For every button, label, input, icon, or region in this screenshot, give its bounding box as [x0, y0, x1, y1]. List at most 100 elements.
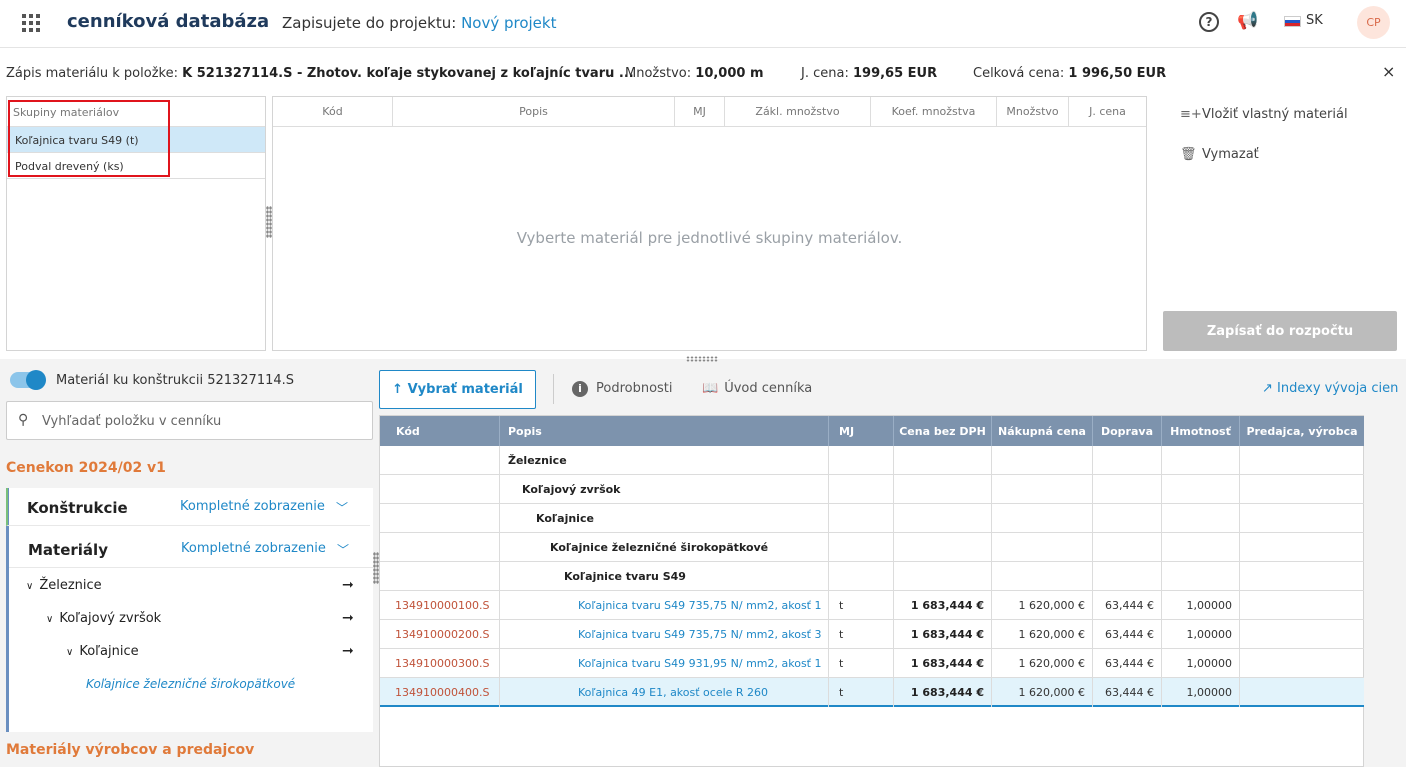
- megaphone-icon[interactable]: 📢: [1237, 11, 1258, 31]
- col-price[interactable]: Cena bez DPH: [894, 416, 992, 446]
- tree-node-railways[interactable]: ∨ Železnice: [26, 578, 102, 593]
- col-purchase-price[interactable]: Nákupná cena: [992, 416, 1093, 446]
- row-code: 134910000400.S: [380, 678, 500, 707]
- search-icon: ⚲: [18, 412, 29, 428]
- table-row[interactable]: 134910000200.S Koľajnica tvaru S49 735,7…: [380, 620, 1364, 649]
- row-description-link[interactable]: Koľajnica tvaru S49 931,95 N/ mm2, akosť…: [500, 649, 829, 678]
- row-purchase-price: 1 620,000 €: [992, 678, 1093, 707]
- price-index-link[interactable]: ↗ Indexy vývoja cien: [1262, 381, 1398, 396]
- chevron-down-icon[interactable]: ∨: [46, 614, 53, 625]
- help-icon[interactable]: ?: [1199, 12, 1219, 32]
- chevron-down-icon[interactable]: ∨: [66, 647, 73, 658]
- toolbar-divider: [553, 374, 554, 404]
- category-row[interactable]: Koľajový zvršok: [380, 475, 1364, 504]
- chevron-down-icon[interactable]: ﹀: [336, 499, 348, 516]
- group-item-rail[interactable]: Koľajnica tvaru S49 (t): [7, 127, 265, 153]
- item-info: Zápis materiálu k položke: K 521327114.S…: [6, 66, 634, 81]
- insert-own-material-button[interactable]: ≡+Vložiť vlastný materiál: [1180, 107, 1348, 122]
- details-button[interactable]: i Podrobnosti: [572, 381, 673, 397]
- col-unit-price[interactable]: J. cena: [1069, 97, 1146, 126]
- category-label: Železnice: [500, 446, 829, 475]
- row-purchase-price: 1 620,000 €: [992, 620, 1093, 649]
- catalog-search: ⚲: [6, 401, 373, 440]
- col-weight[interactable]: Hmotnosť: [1162, 416, 1240, 446]
- book-icon: 📖: [702, 381, 719, 396]
- col-unit[interactable]: MJ: [675, 97, 725, 126]
- catalog-intro-button[interactable]: 📖 Úvod cenníka: [702, 381, 812, 396]
- tree-node-track[interactable]: ∨ Koľajový zvršok: [46, 611, 161, 626]
- category-row[interactable]: Koľajnice tvaru S49: [380, 562, 1364, 591]
- catalog-intro-label: Úvod cenníka: [724, 381, 813, 396]
- category-row[interactable]: Železnice: [380, 446, 1364, 475]
- playlist-add-icon: ≡+: [1180, 107, 1202, 122]
- unit-price-info: J. cena: 199,65 EUR: [801, 66, 937, 81]
- col-base-qty[interactable]: Zákl. množstvo: [725, 97, 871, 126]
- arrow-right-icon[interactable]: ➞: [342, 643, 354, 659]
- col-quantity[interactable]: Množstvo: [997, 97, 1069, 126]
- section-constructions-mode[interactable]: Kompletné zobrazenie: [180, 499, 325, 514]
- row-code: 134910000300.S: [380, 649, 500, 678]
- arrow-right-icon[interactable]: ➞: [342, 610, 354, 626]
- row-weight: 1,00000: [1162, 649, 1240, 678]
- row-description-link[interactable]: Koľajnica tvaru S49 735,75 N/ mm2, akosť…: [500, 620, 829, 649]
- col-description[interactable]: Popis: [393, 97, 675, 126]
- vendor-materials-section[interactable]: Materiály výrobcov a predajcov: [6, 742, 254, 758]
- item-info-value: K 521327114.S - Zhotov. koľaje stykovane…: [182, 66, 634, 81]
- category-label: Koľajnice tvaru S49: [500, 562, 829, 591]
- category-row[interactable]: Koľajnice: [380, 504, 1364, 533]
- col-description[interactable]: Popis: [500, 416, 829, 446]
- delete-button[interactable]: 🗑 Vymazať: [1180, 147, 1259, 162]
- tree-node-label: Koľajnice: [79, 644, 139, 659]
- catalog-search-input[interactable]: [42, 410, 362, 432]
- col-transport[interactable]: Doprava: [1093, 416, 1162, 446]
- section-materials-mode[interactable]: Kompletné zobrazenie: [181, 541, 326, 556]
- materials-table-header: Kód Popis MJ Zákl. množstvo Koef. množst…: [273, 97, 1146, 127]
- row-weight: 1,00000: [1162, 591, 1240, 620]
- section-constructions[interactable]: Konštrukcie Kompletné zobrazenie ﹀: [6, 488, 370, 526]
- row-transport: 63,444 €: [1093, 591, 1162, 620]
- table-row[interactable]: 134910000100.S Koľajnica tvaru S49 735,7…: [380, 591, 1364, 620]
- arrow-right-icon[interactable]: ➞: [342, 577, 354, 593]
- slovak-flag-icon[interactable]: [1284, 16, 1301, 27]
- material-groups-panel: Skupiny materiálov Koľajnica tvaru S49 (…: [6, 96, 266, 351]
- col-vendor[interactable]: Predajca, výrobca: [1240, 416, 1364, 446]
- language-selector[interactable]: SK: [1306, 13, 1323, 28]
- category-row[interactable]: Koľajnice železničné širokopätkové: [380, 533, 1364, 562]
- construction-material-toggle[interactable]: [10, 370, 46, 390]
- col-code[interactable]: Kód: [273, 97, 393, 126]
- tree-leaf-wide-flange-rails[interactable]: Koľajnice železničné širokopätkové: [86, 677, 295, 691]
- tree-node-rails[interactable]: ∨ Koľajnice: [66, 644, 139, 659]
- row-price: 1 683,444 €: [894, 620, 992, 649]
- table-row-selected[interactable]: 134910000400.S Koľajnica 49 E1, akosť oc…: [380, 678, 1364, 707]
- section-materials[interactable]: Materiály Kompletné zobrazenie ﹀: [9, 530, 373, 568]
- item-info-label: Zápis materiálu k položke:: [6, 66, 178, 81]
- row-description-link[interactable]: Koľajnica 49 E1, akosť ocele R 260: [500, 678, 829, 707]
- delete-label: Vymazať: [1202, 147, 1259, 162]
- pick-material-button[interactable]: ↑ Vybrať materiál: [379, 370, 536, 409]
- total-price-info: Celková cena: 1 996,50 EUR: [973, 66, 1166, 81]
- category-label: Koľajnice: [500, 504, 829, 533]
- write-to-budget-button[interactable]: Zapísať do rozpočtu: [1163, 311, 1397, 351]
- materials-empty-message: Vyberte materiál pre jednotlivé skupiny …: [516, 229, 903, 247]
- row-description-link[interactable]: Koľajnica tvaru S49 735,75 N/ mm2, akosť…: [500, 591, 829, 620]
- unit-price-value: 199,65 EUR: [852, 66, 938, 81]
- col-unit[interactable]: MJ: [829, 416, 894, 446]
- chevron-down-icon[interactable]: ∨: [26, 581, 33, 592]
- project-name-link[interactable]: Nový projekt: [461, 14, 556, 32]
- row-price: 1 683,444 €: [894, 649, 992, 678]
- catalog-tree-panel: Konštrukcie Kompletné zobrazenie ﹀ Mater…: [6, 488, 373, 732]
- chevron-down-icon[interactable]: ﹀: [337, 541, 349, 558]
- row-unit: t: [829, 591, 894, 620]
- row-vendor: [1240, 591, 1364, 620]
- details-label: Podrobnosti: [596, 381, 673, 396]
- user-avatar[interactable]: CP: [1357, 6, 1390, 39]
- price-index-label: Indexy vývoja cien: [1277, 381, 1399, 396]
- apps-grid-icon[interactable]: [22, 14, 40, 32]
- col-qty-coef[interactable]: Koef. množstva: [871, 97, 997, 126]
- group-item-sleeper[interactable]: Podval drevený (ks): [7, 153, 265, 179]
- close-icon[interactable]: ×: [1382, 62, 1395, 81]
- horizontal-splitter-handle[interactable]: [686, 356, 718, 362]
- table-row[interactable]: 134910000300.S Koľajnica tvaru S49 931,9…: [380, 649, 1364, 678]
- col-code[interactable]: Kód: [380, 416, 500, 446]
- project-prefix: Zapisujete do projektu:: [282, 14, 457, 32]
